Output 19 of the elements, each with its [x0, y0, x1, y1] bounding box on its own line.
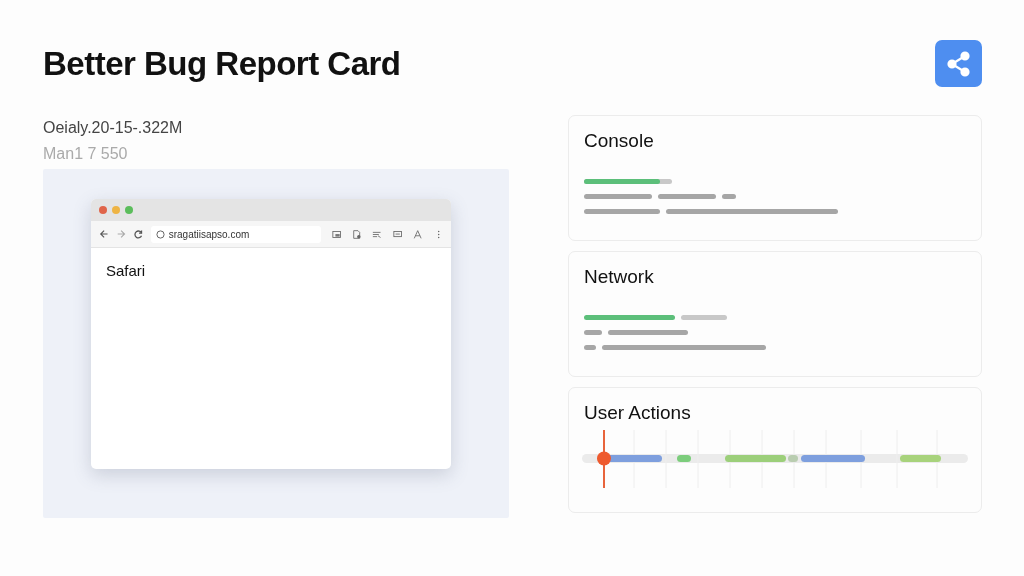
share-button[interactable]: [935, 40, 982, 87]
url-text: sragatiisapso.com: [168, 228, 250, 240]
timestamp-text: Oeialy.20-15-.322M: [43, 118, 184, 138]
forward-icon[interactable]: [116, 228, 127, 240]
image-icon[interactable]: [331, 228, 342, 240]
info-icon: [155, 229, 165, 239]
address-field[interactable]: sragatiisapso.com: [150, 225, 321, 243]
meta-text: Man1 7 550: [43, 144, 129, 164]
page-title: Better Bug Report Card: [43, 44, 401, 83]
page-heading: Safari: [106, 262, 147, 279]
playhead-marker[interactable]: [597, 430, 611, 488]
back-icon[interactable]: [99, 228, 110, 240]
reload-icon[interactable]: [133, 228, 144, 240]
panel-title: Console: [584, 130, 655, 152]
panel-title: User Actions: [584, 402, 692, 424]
screen-icon[interactable]: [392, 228, 403, 240]
document-icon[interactable]: [352, 228, 362, 240]
text-icon[interactable]: [413, 228, 423, 240]
panel-title: Network: [584, 266, 655, 288]
